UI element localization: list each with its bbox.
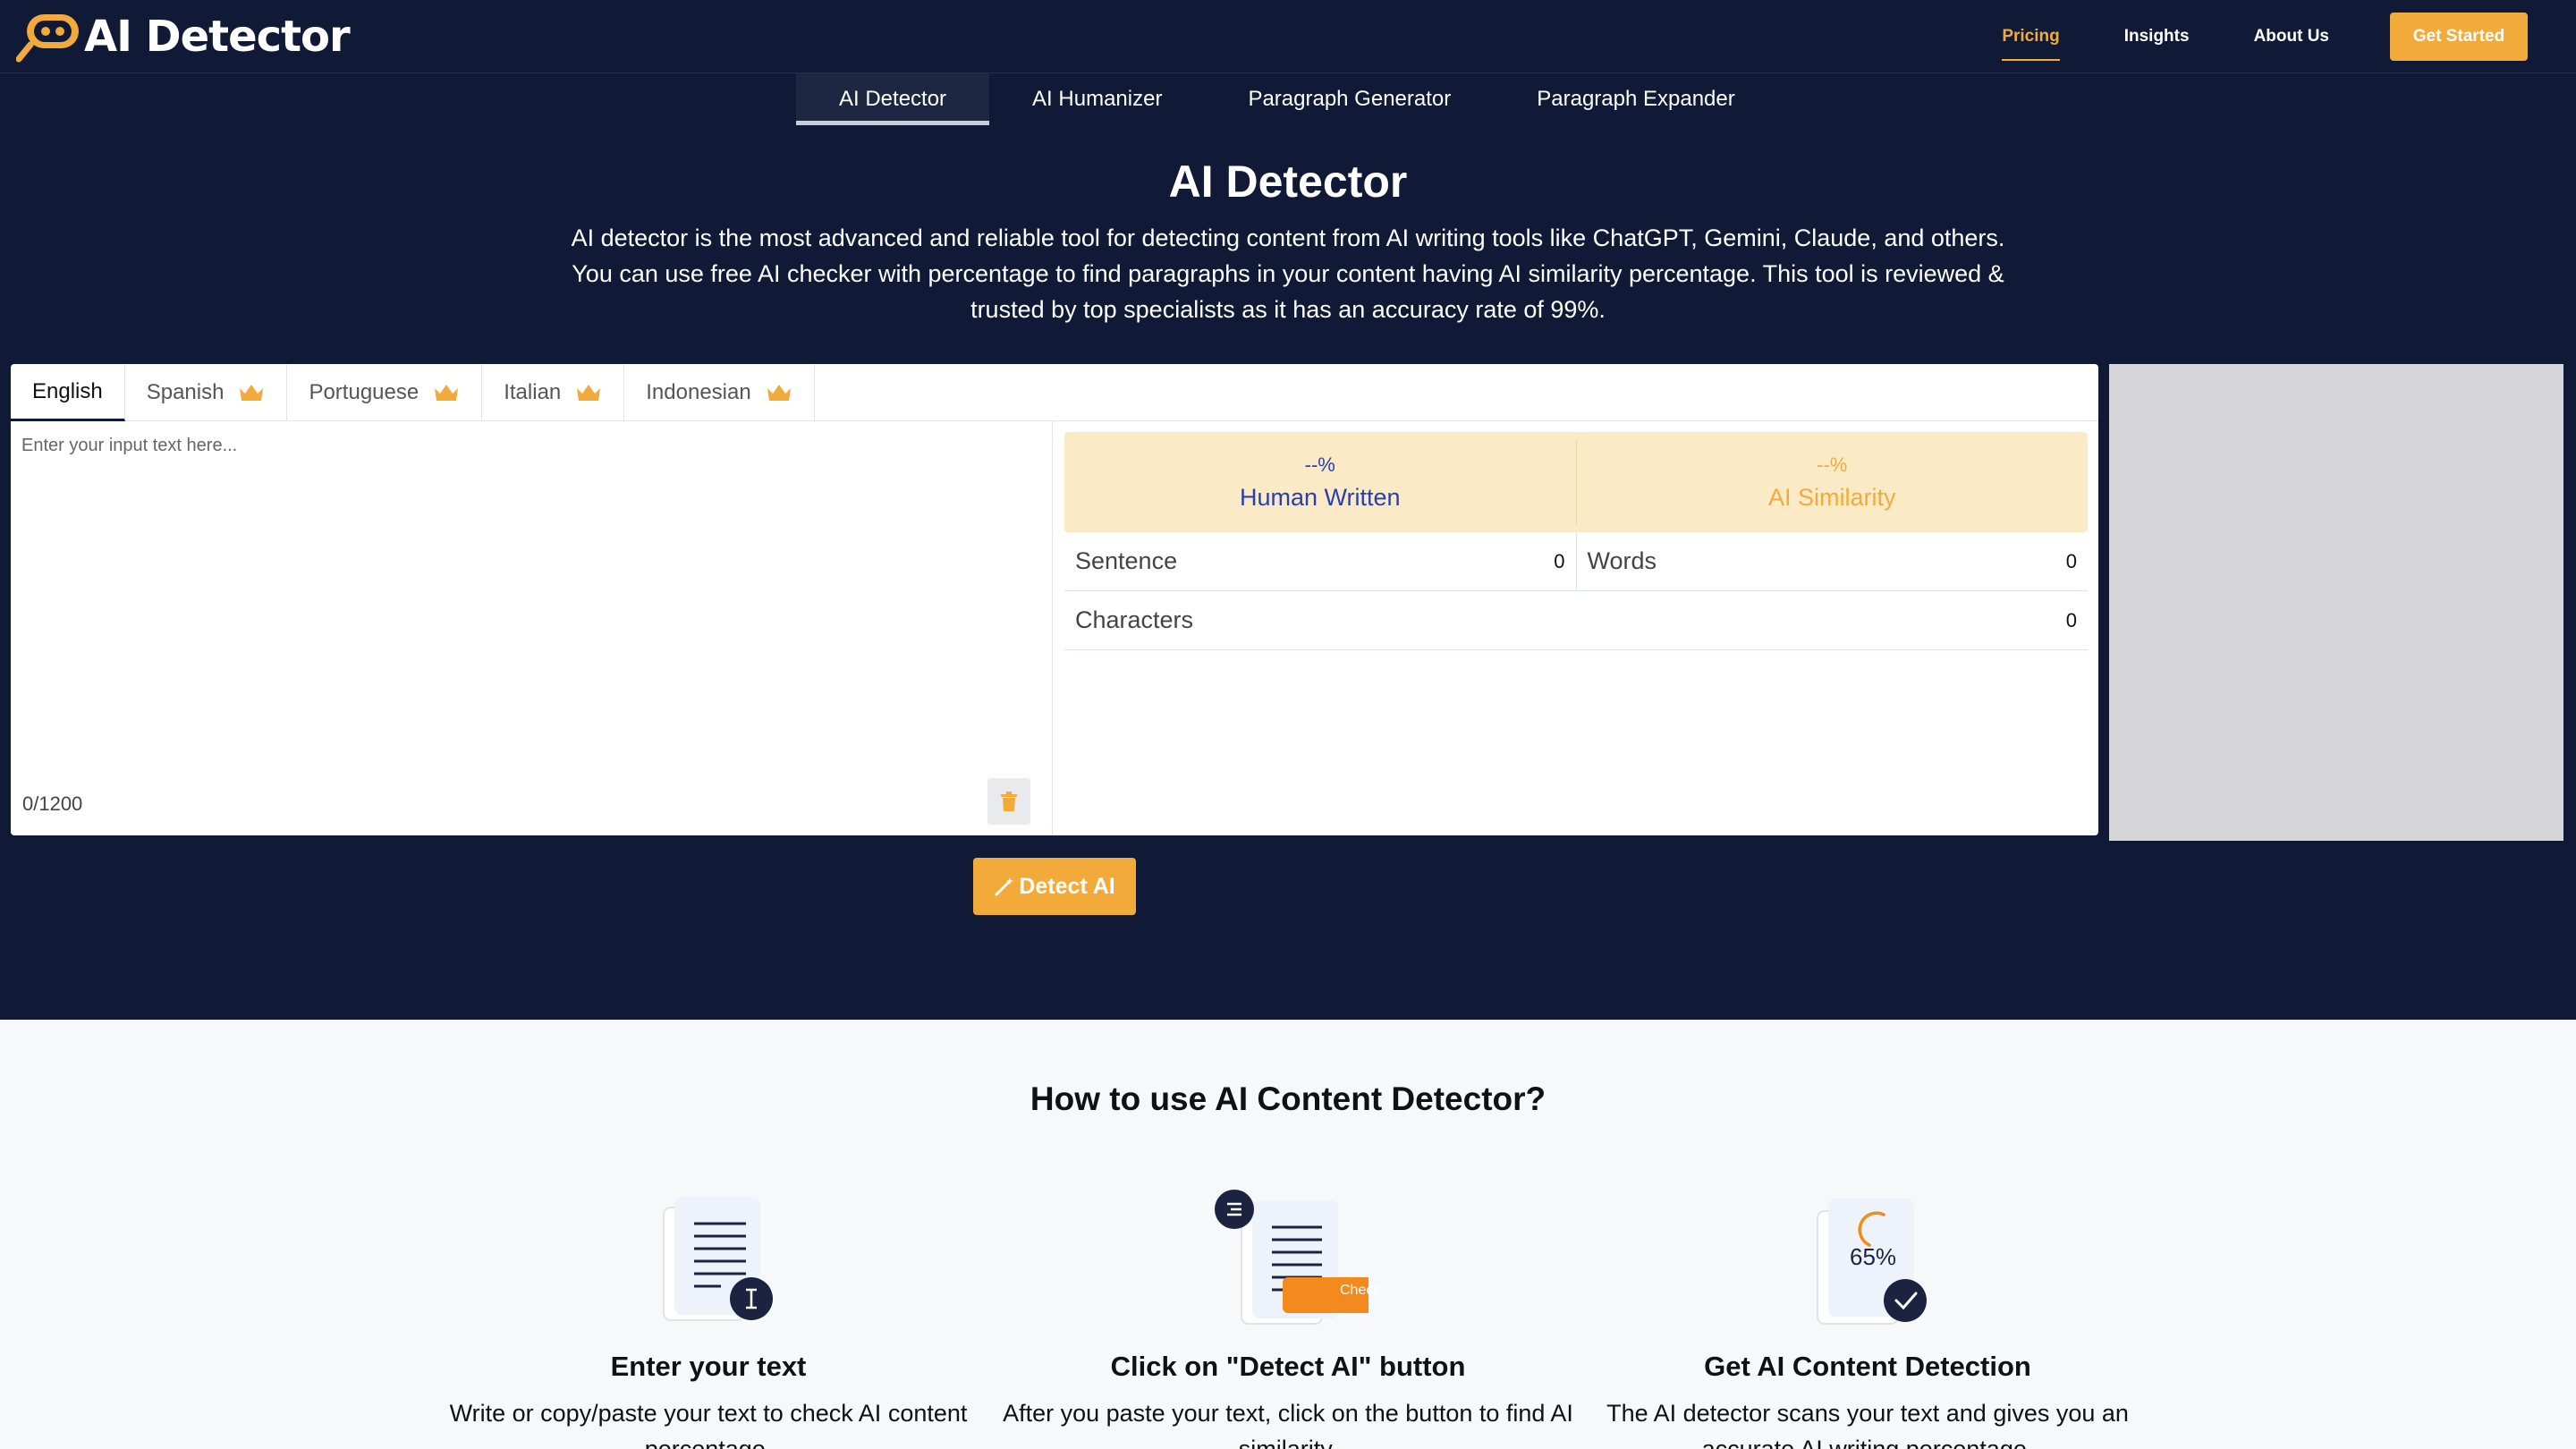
description-line-1: AI detector is the most advanced and rel… [571,225,2005,251]
step-description: The AI detector scans your text and give… [1606,1400,2129,1449]
score-box: --% Human Written --% AI Similarity [1064,432,2088,532]
nav-insights[interactable]: Insights [2124,20,2190,54]
language-tabs: English Spanish Portuguese Italian Indon… [11,364,2098,421]
tab-paragraph-generator[interactable]: Paragraph Generator [1205,73,1494,125]
stat-value: 0 [2065,549,2077,572]
lang-label: Indonesian [646,380,751,404]
site-header: AI Detector Pricing Insights About Us Ge… [0,0,2576,73]
lang-tab-spanish[interactable]: Spanish [125,364,288,421]
magnifier-robot-icon [15,11,82,63]
how-to-title: How to use AI Content Detector? [1030,1080,1546,1117]
brand-name: AI Detector [84,12,351,62]
human-written-score: --% Human Written [1064,432,1576,532]
stat-characters: Characters 0 [1064,591,2088,649]
description-line-2: You can use free AI checker with percent… [572,260,2004,287]
stats-row: Characters 0 [1064,591,2088,650]
human-percent: --% [1304,453,1335,476]
check-button-label: Check [1340,1283,1381,1298]
stat-label: Sentence [1075,547,1178,574]
stat-value: 0 [2065,608,2077,631]
step-description: Write or copy/paste your text to check A… [449,1400,968,1449]
stat-label: Words [1587,547,1657,574]
crown-icon [767,385,791,401]
tab-paragraph-expander[interactable]: Paragraph Expander [1494,73,1777,125]
trash-icon [1001,792,1017,811]
stat-words: Words 0 [1575,532,2089,590]
step-title: Click on "Detect AI" button [1110,1351,1466,1382]
stats-row: Sentence 0 Words 0 [1064,532,2088,591]
clear-text-button[interactable] [987,778,1030,825]
lang-label: Italian [504,380,562,404]
ai-similarity-score: --% AI Similarity [1575,439,2089,525]
ai-label: AI Similarity [1767,483,1896,511]
tab-ai-detector[interactable]: AI Detector [796,73,990,125]
step-enter-text: Enter your text Write or copy/paste your… [422,1181,995,1449]
tool-tabs: AI Detector AI Humanizer Paragraph Gener… [796,73,1778,125]
lang-tab-portuguese[interactable]: Portuguese [287,364,483,421]
stat-value: 0 [1554,549,1565,572]
lang-tab-italian[interactable]: Italian [482,364,625,421]
step-title: Get AI Content Detection [1704,1351,2031,1382]
document-cursor-icon [628,1181,789,1333]
stat-label: Characters [1075,606,1194,633]
get-started-button[interactable]: Get Started [2390,13,2528,61]
crown-icon [435,385,459,401]
document-check-icon: Check [1208,1181,1388,1333]
detector-panel: English Spanish Portuguese Italian Indon… [11,364,2098,835]
main-nav: Pricing Insights About Us Get Started [2002,0,2576,73]
lang-label: Spanish [146,380,225,404]
step-description: After you paste your text, click on the … [1003,1400,1573,1449]
crown-icon [240,385,264,401]
tab-ai-humanizer[interactable]: AI Humanizer [989,73,1205,125]
results-area: --% Human Written --% AI Similarity Sent… [1064,432,2088,650]
lang-label: English [32,378,103,403]
lang-label: Portuguese [309,380,419,404]
stat-sentence: Sentence 0 [1064,532,1576,590]
how-to-section: How to use AI Content Detector? Enter yo… [0,1020,2576,1449]
percent-label: 65% [1850,1243,1897,1270]
step-click-detect: Check Click on "Detect AI" button After … [1002,1181,1574,1449]
nav-about-us[interactable]: About Us [2254,20,2329,54]
crown-icon [577,385,601,401]
human-label: Human Written [1239,483,1401,511]
description-line-3: trusted by top specialists as it has an … [970,296,1606,323]
step-get-detection: 65% Get AI Content Detection The AI dete… [1581,1181,2154,1449]
page-title: AI Detector [1168,157,1408,207]
lang-tab-english[interactable]: English [11,364,125,421]
character-counter: 0/1200 [22,792,83,815]
page-description: AI detector is the most advanced and rel… [555,220,2021,327]
result-percent-icon: 65% [1787,1181,1948,1333]
input-area: 0/1200 [11,421,1053,835]
lang-tab-indonesian[interactable]: Indonesian [624,364,815,421]
magic-wand-icon [995,877,1014,896]
ai-percent: --% [1817,453,1848,476]
step-title: Enter your text [610,1351,807,1382]
text-input[interactable] [21,436,1041,758]
detect-ai-button[interactable]: Detect AI [973,858,1136,915]
nav-pricing[interactable]: Pricing [2002,20,2061,61]
ad-placeholder [2109,364,2563,841]
brand-logo[interactable]: AI Detector [15,11,351,63]
detect-ai-label: Detect AI [1019,873,1115,899]
